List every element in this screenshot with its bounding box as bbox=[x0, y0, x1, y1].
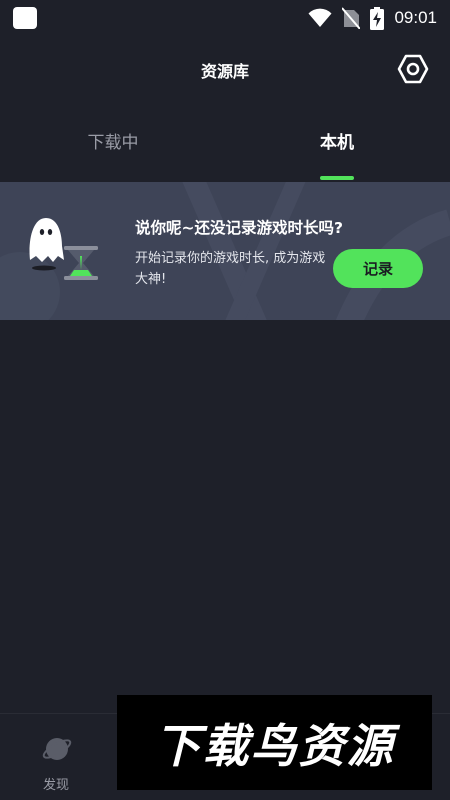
page-title: 资源库 bbox=[200, 62, 249, 81]
battery-charging-icon bbox=[370, 6, 385, 30]
settings-button[interactable] bbox=[394, 50, 432, 88]
planet-icon bbox=[42, 738, 72, 760]
gear-icon bbox=[397, 54, 429, 84]
watermark: 下载鸟资源 bbox=[117, 695, 432, 790]
ghost-hourglass-illustration bbox=[29, 218, 98, 280]
status-bar: 09:01 bbox=[0, 0, 450, 34]
status-icons: 09:01 bbox=[308, 6, 437, 30]
status-time: 09:01 bbox=[394, 8, 437, 27]
tab-bar: 下载中 本机 bbox=[0, 128, 450, 182]
no-sim-icon bbox=[342, 7, 361, 29]
header: 资源库 bbox=[0, 44, 450, 94]
wifi-icon bbox=[308, 8, 332, 27]
tab-downloading-label: 下载中 bbox=[87, 133, 139, 153]
tab-active-indicator bbox=[320, 176, 354, 180]
tab-local-label: 本机 bbox=[320, 133, 354, 153]
tab-downloading[interactable]: 下载中 bbox=[43, 128, 183, 182]
nav-item-discover[interactable]: 发现 bbox=[26, 730, 86, 794]
app-notification-icon bbox=[13, 7, 37, 29]
nav-discover-label: 发现 bbox=[42, 778, 69, 793]
banner-description: 开始记录你的游戏时长, 成为游戏大神! bbox=[135, 251, 326, 287]
record-button[interactable]: 记录 bbox=[333, 249, 423, 288]
banner-title: 说你呢~还没记录游戏时长吗? bbox=[135, 219, 343, 237]
record-banner: 说你呢~还没记录游戏时长吗? 开始记录你的游戏时长, 成为游戏大神! 记录 bbox=[0, 182, 450, 320]
tab-local[interactable]: 本机 bbox=[267, 128, 407, 182]
watermark-text: 下载鸟资源 bbox=[154, 718, 395, 773]
